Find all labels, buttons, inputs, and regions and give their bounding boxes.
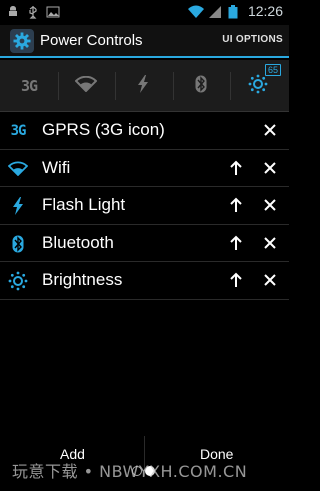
page-title: Power Controls (40, 32, 143, 49)
list-item-label: Bluetooth (42, 232, 114, 252)
remove-icon[interactable] (263, 197, 277, 211)
wifi-signal-icon (187, 4, 204, 18)
wifi-icon (74, 75, 98, 96)
divider (58, 72, 59, 100)
notification-icons (6, 4, 60, 19)
bluetooth-icon (195, 75, 207, 97)
brightness-icon (248, 74, 268, 98)
brightness-icon (8, 271, 28, 291)
3g-icon: 3G (10, 123, 27, 139)
remove-icon[interactable] (263, 122, 277, 136)
ui-options-button[interactable]: UI OPTIONS (222, 34, 283, 45)
wifi-icon (8, 159, 28, 179)
battery-icon (228, 4, 242, 19)
title-bar: Power Controls UI OPTIONS (0, 25, 289, 58)
list-item[interactable]: Brightness (0, 262, 289, 300)
status-icons: 12:26 (187, 3, 283, 19)
remove-icon[interactable] (263, 235, 277, 249)
android-icon (6, 4, 20, 18)
list-item[interactable]: Wifi (0, 150, 289, 187)
list-item[interactable]: Bluetooth (0, 225, 289, 262)
move-up-arrow-icon[interactable] (228, 159, 244, 177)
clock: 12:26 (247, 3, 283, 19)
gear-icon (10, 29, 34, 53)
list-item-label: Brightness (42, 270, 123, 289)
battery-level-badge: 65 (264, 64, 281, 76)
list-item-label: Flash Light (42, 195, 126, 214)
toggle-wifi[interactable] (61, 66, 111, 106)
list-item-label: Wifi (42, 157, 71, 177)
bottom-bar: Add Done 玩意下载 • NBWYXH.COM.CN (0, 436, 289, 491)
divider (230, 72, 231, 100)
usb-icon (26, 4, 40, 19)
toggle-3g[interactable]: 3G (4, 66, 54, 106)
3g-icon: 3G (20, 77, 38, 95)
watermark: 玩意下载 • NBWYXH.COM.CN (12, 462, 248, 481)
remove-icon[interactable] (263, 160, 277, 174)
widget-preview: 3G 65 (0, 60, 289, 112)
image-icon (46, 4, 60, 18)
move-up-arrow-icon[interactable] (228, 196, 244, 214)
flash-icon (8, 196, 28, 216)
bluetooth-icon (8, 234, 28, 254)
toggle-bluetooth[interactable] (176, 66, 226, 106)
toggle-flash[interactable] (118, 66, 168, 106)
status-bar: 12:26 (0, 0, 289, 25)
button-list: 3G GPRS (3G icon) Wifi Flash Light Bluet… (0, 112, 289, 300)
list-item-label: GPRS (3G icon) (42, 120, 165, 139)
divider (173, 72, 174, 100)
move-up-arrow-icon[interactable] (228, 271, 244, 289)
cell-signal-icon (208, 4, 222, 18)
remove-icon[interactable] (263, 272, 277, 286)
flash-icon (137, 75, 149, 97)
list-item[interactable]: 3G GPRS (3G icon) (0, 112, 289, 150)
move-up-arrow-icon[interactable] (228, 234, 244, 252)
divider (115, 72, 116, 100)
list-item[interactable]: Flash Light (0, 187, 289, 225)
